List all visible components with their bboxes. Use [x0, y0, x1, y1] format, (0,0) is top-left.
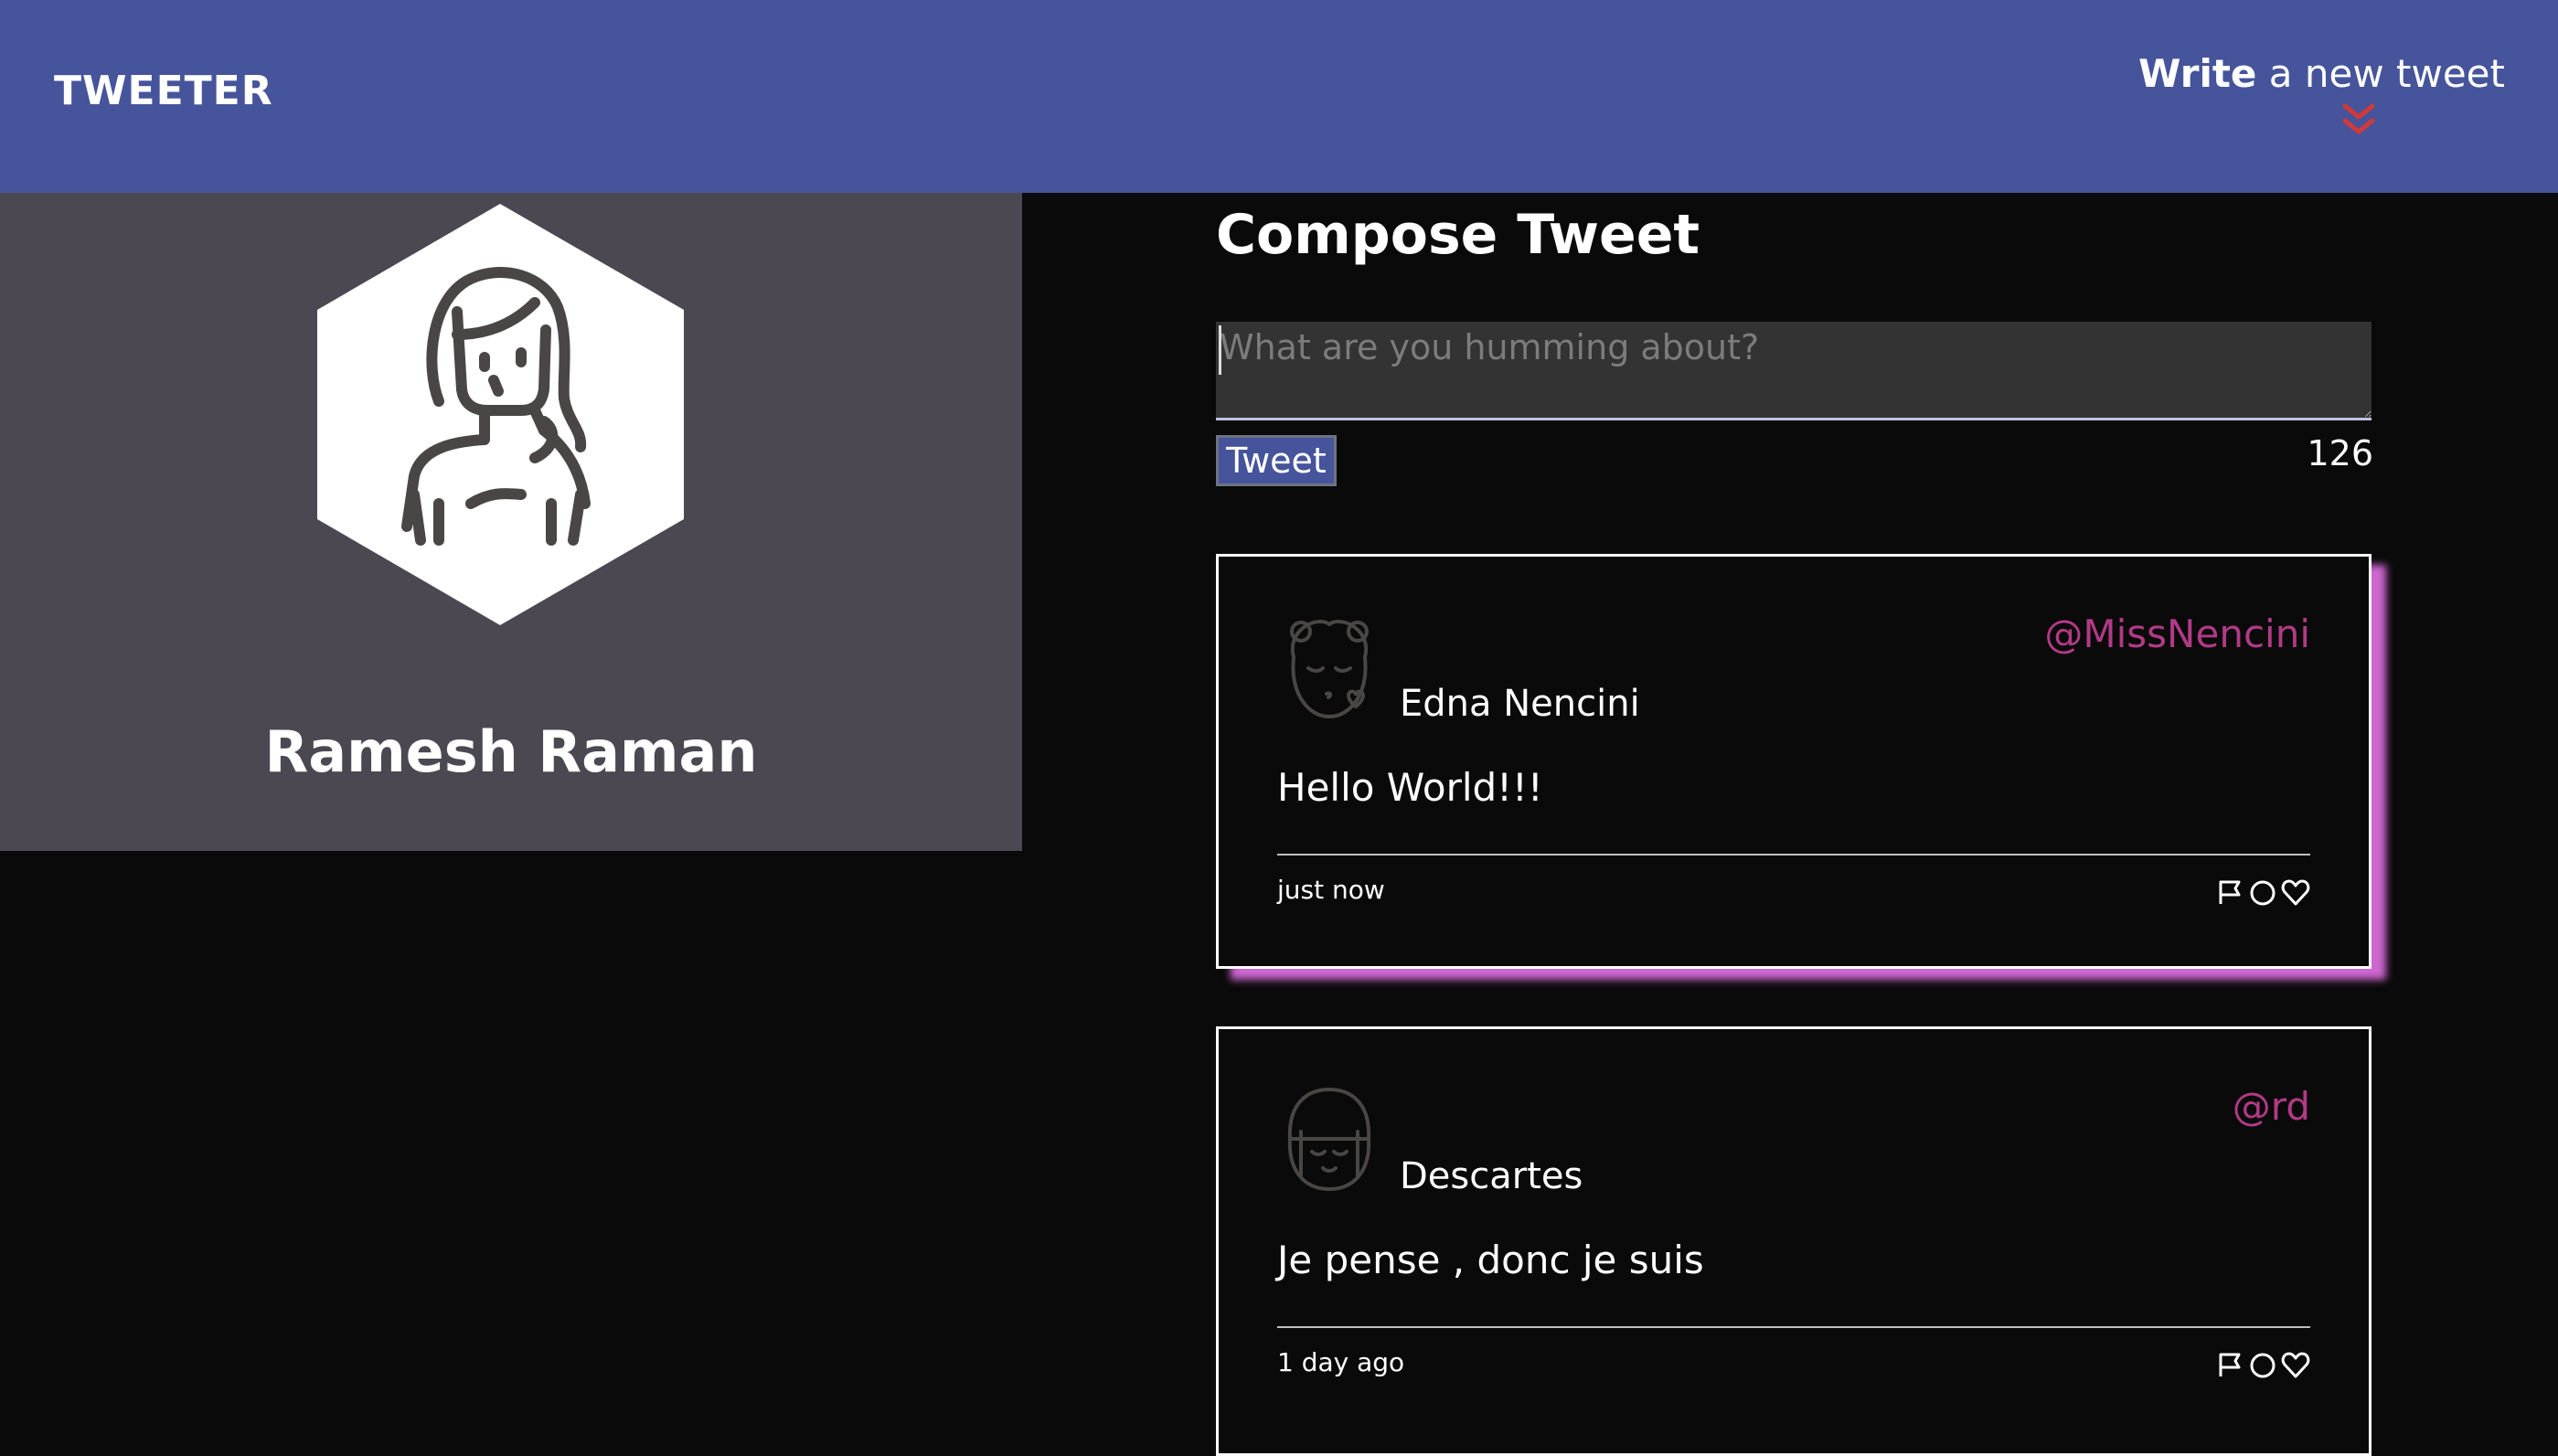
- compose-title: Compose Tweet: [1216, 203, 1700, 267]
- tweet-author-handle[interactable]: @MissNencini: [2044, 611, 2310, 656]
- tweet-divider: [1277, 854, 2310, 856]
- brand-logo: TWEETER: [54, 68, 273, 114]
- girl-kiss-avatar-icon: [1290, 620, 1369, 719]
- heart-icon[interactable]: [2281, 878, 2310, 908]
- tweet-card: Descartes @rd Je pense , donc je suis 1 …: [1216, 1026, 2371, 1456]
- woman-avatar-icon: [317, 204, 684, 625]
- top-nav: TWEETER Write a new tweet: [0, 0, 2558, 193]
- tweet-button[interactable]: Tweet: [1216, 435, 1337, 486]
- tweet-text: Je pense , donc je suis: [1277, 1238, 1704, 1282]
- tweet-author-name: Descartes: [1400, 1155, 1583, 1197]
- tweet-timestamp: just now: [1277, 875, 1385, 905]
- heart-icon[interactable]: [2281, 1351, 2310, 1380]
- write-link-rest: a new tweet: [2256, 51, 2505, 96]
- tweet-timestamp: 1 day ago: [1277, 1347, 1405, 1377]
- flag-icon[interactable]: [2215, 878, 2244, 908]
- double-chevron-down-icon[interactable]: [2340, 102, 2378, 137]
- tweet-author-name: Edna Nencini: [1400, 683, 1640, 725]
- write-link-bold: Write: [2138, 51, 2257, 96]
- tweet-text: Hello World!!!: [1277, 765, 1543, 810]
- tweet-actions: [2215, 1351, 2310, 1380]
- text-caret: [1219, 325, 1221, 375]
- tweet-divider: [1277, 1326, 2310, 1328]
- retweet-icon[interactable]: [2248, 878, 2277, 908]
- tweet-textarea[interactable]: [1216, 322, 2371, 420]
- write-new-tweet-link[interactable]: Write a new tweet: [2138, 51, 2505, 96]
- tweet-actions: [2215, 878, 2310, 908]
- tweet-author-handle[interactable]: @rd: [2233, 1084, 2310, 1129]
- char-counter: 126: [2307, 433, 2373, 473]
- retweet-icon[interactable]: [2248, 1351, 2277, 1380]
- flag-icon[interactable]: [2215, 1351, 2244, 1380]
- tweet-card: Edna Nencini @MissNencini Hello World!!!…: [1216, 554, 2371, 969]
- profile-panel: Ramesh Raman: [0, 193, 1022, 851]
- profile-name: Ramesh Raman: [264, 718, 758, 785]
- girl-smile-avatar-icon: [1287, 1087, 1371, 1192]
